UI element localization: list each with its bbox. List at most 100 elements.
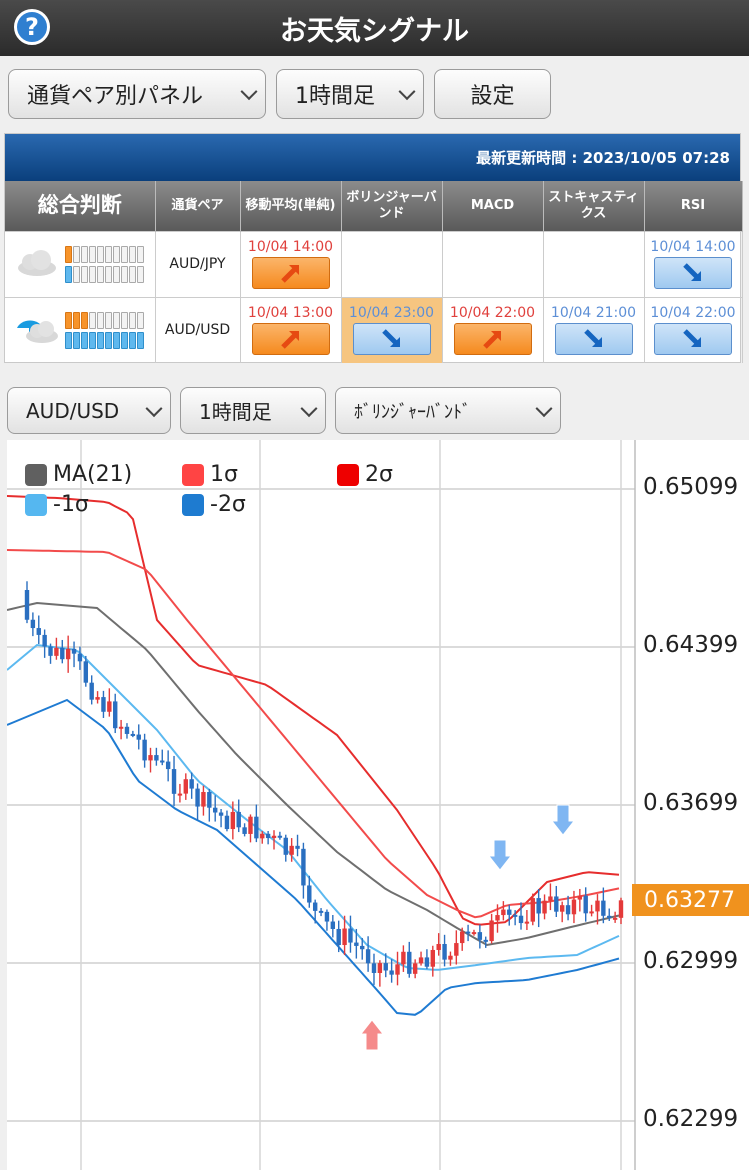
candle-body — [236, 811, 241, 828]
candle-body — [195, 788, 200, 807]
candle-body — [495, 915, 500, 921]
update-time: 最新更新時間 : 2023/10/05 07:28 — [5, 134, 740, 181]
candle-body — [524, 921, 530, 924]
table-row[interactable]: AUD/USD 10/04 13:00 10/04 23:00 10/04 22… — [5, 296, 743, 363]
signal-cell-sma[interactable]: 10/04 13:00 — [240, 296, 342, 363]
legend-swatch — [182, 463, 204, 486]
legend-label: -1σ — [53, 492, 89, 517]
candle-body — [312, 902, 318, 911]
signal-time: 10/04 14:00 — [650, 239, 736, 255]
column-header: RSI — [644, 181, 743, 231]
candle-body — [177, 793, 183, 796]
chart-timeframe-select[interactable]: 1時間足 — [180, 387, 326, 434]
candle-body — [207, 792, 212, 808]
candle-body — [595, 900, 600, 912]
table-row[interactable]: AUD/JPY 10/04 14:00 10/04 14:00 — [5, 230, 743, 297]
legend-swatch — [25, 463, 47, 486]
signal-button[interactable] — [251, 323, 330, 356]
legend-1s: 1σ — [182, 462, 238, 487]
buy-signal-arrow — [359, 1019, 385, 1051]
candle-body — [371, 963, 377, 973]
pair-select[interactable]: AUD/USD — [7, 387, 171, 434]
candle-body — [407, 951, 412, 974]
signal-time: 10/04 22:00 — [650, 305, 736, 322]
candle-body — [224, 815, 230, 830]
signal-cell-rsi[interactable]: 10/04 14:00 — [644, 230, 743, 297]
candle-body — [607, 915, 612, 918]
candle-body — [342, 928, 347, 946]
signal-button[interactable] — [453, 323, 532, 356]
candle-body — [401, 951, 406, 965]
app-header: ? お天気シグナル — [0, 0, 749, 56]
legend-m2s: -2σ — [182, 492, 246, 517]
candle-body — [354, 942, 359, 946]
candle-body — [501, 909, 506, 916]
candle-body — [160, 760, 165, 763]
indicator-select[interactable]: ﾎﾞﾘﾝｼﾞｬｰﾊﾞﾝﾄﾞ — [335, 387, 561, 434]
pair-cell: AUD/JPY — [155, 230, 241, 297]
candle-body — [324, 911, 330, 922]
price-chart[interactable]: MA(21) 1σ 2σ -1σ -2σ — [6, 440, 749, 1170]
candle-body — [430, 949, 436, 967]
current-price-label: 0.63277 — [632, 884, 749, 916]
signal-button[interactable] — [654, 257, 732, 289]
candle-body — [95, 697, 100, 700]
candle-body — [113, 701, 118, 729]
signal-cell-sma[interactable]: 10/04 14:00 — [240, 230, 342, 297]
panel-select[interactable]: 通貨ペア別パネル — [8, 69, 266, 119]
chevron-down-icon — [240, 83, 258, 101]
signal-cell-rsi[interactable]: 10/04 22:00 — [644, 296, 743, 363]
legend-label: 1σ — [210, 462, 238, 487]
signal-button[interactable] — [251, 257, 330, 289]
signal-time: 10/04 13:00 — [247, 305, 334, 322]
candle-body — [436, 944, 441, 950]
arrow-down-right-icon — [683, 329, 701, 348]
candle-body — [77, 653, 83, 662]
candle-body — [165, 761, 171, 770]
signal-cell-macd[interactable]: 10/04 22:00 — [442, 296, 544, 363]
panel-select-value: 通貨ペア別パネル — [27, 84, 204, 109]
cloudy-icon — [18, 250, 57, 276]
y-tick-label: 0.65099 — [643, 474, 739, 500]
candle-body — [118, 726, 124, 729]
signal-button[interactable] — [554, 323, 633, 356]
candle-body — [318, 910, 324, 913]
candle-body — [489, 920, 494, 942]
candle-body — [107, 701, 112, 712]
candle-body — [460, 931, 465, 944]
candle-body — [512, 914, 518, 917]
signal-cell-stoch[interactable]: 10/04 21:00 — [543, 296, 645, 363]
candle-body — [383, 963, 388, 971]
timeframe-select-value: 1時間足 — [295, 84, 375, 109]
settings-button[interactable]: 設定 — [434, 69, 551, 119]
candle-body — [295, 845, 300, 849]
signal-cell-macd — [442, 230, 544, 297]
signal-cell-bb[interactable]: 10/04 23:00 — [341, 296, 443, 363]
candle-body — [148, 755, 153, 761]
candle-body — [130, 733, 136, 736]
indicator-select-value: ﾎﾞﾘﾝｼﾞｬｰﾊﾞﾝﾄﾞ — [354, 401, 471, 423]
candle-body — [24, 590, 30, 620]
column-header: 移動平均(単純) — [240, 181, 342, 231]
candle-body — [530, 898, 535, 922]
candle-body — [395, 964, 400, 975]
candle-body — [536, 898, 541, 914]
candle-body — [124, 726, 130, 734]
timeframe-select[interactable]: 1時間足 — [276, 69, 424, 119]
candle-body — [307, 885, 312, 903]
signal-time: 10/04 23:00 — [348, 305, 435, 322]
chart-canvas — [6, 440, 636, 1170]
strength-meter — [65, 245, 145, 283]
arrow-down-right-icon — [583, 329, 602, 348]
candle-body — [89, 682, 94, 700]
legend-swatch — [25, 493, 47, 516]
signal-time: 10/04 14:00 — [247, 239, 334, 255]
signal-panel: 最新更新時間 : 2023/10/05 07:28 総合判断 通貨ペア 移動平均… — [4, 133, 743, 363]
help-icon[interactable]: ? — [14, 9, 50, 45]
bb-minus2-line — [6, 698, 620, 1016]
signal-button[interactable] — [654, 323, 732, 356]
bb-plus1-line — [6, 549, 620, 919]
signal-button[interactable] — [352, 323, 431, 356]
candle-body — [583, 895, 588, 914]
candle-body — [348, 928, 353, 943]
